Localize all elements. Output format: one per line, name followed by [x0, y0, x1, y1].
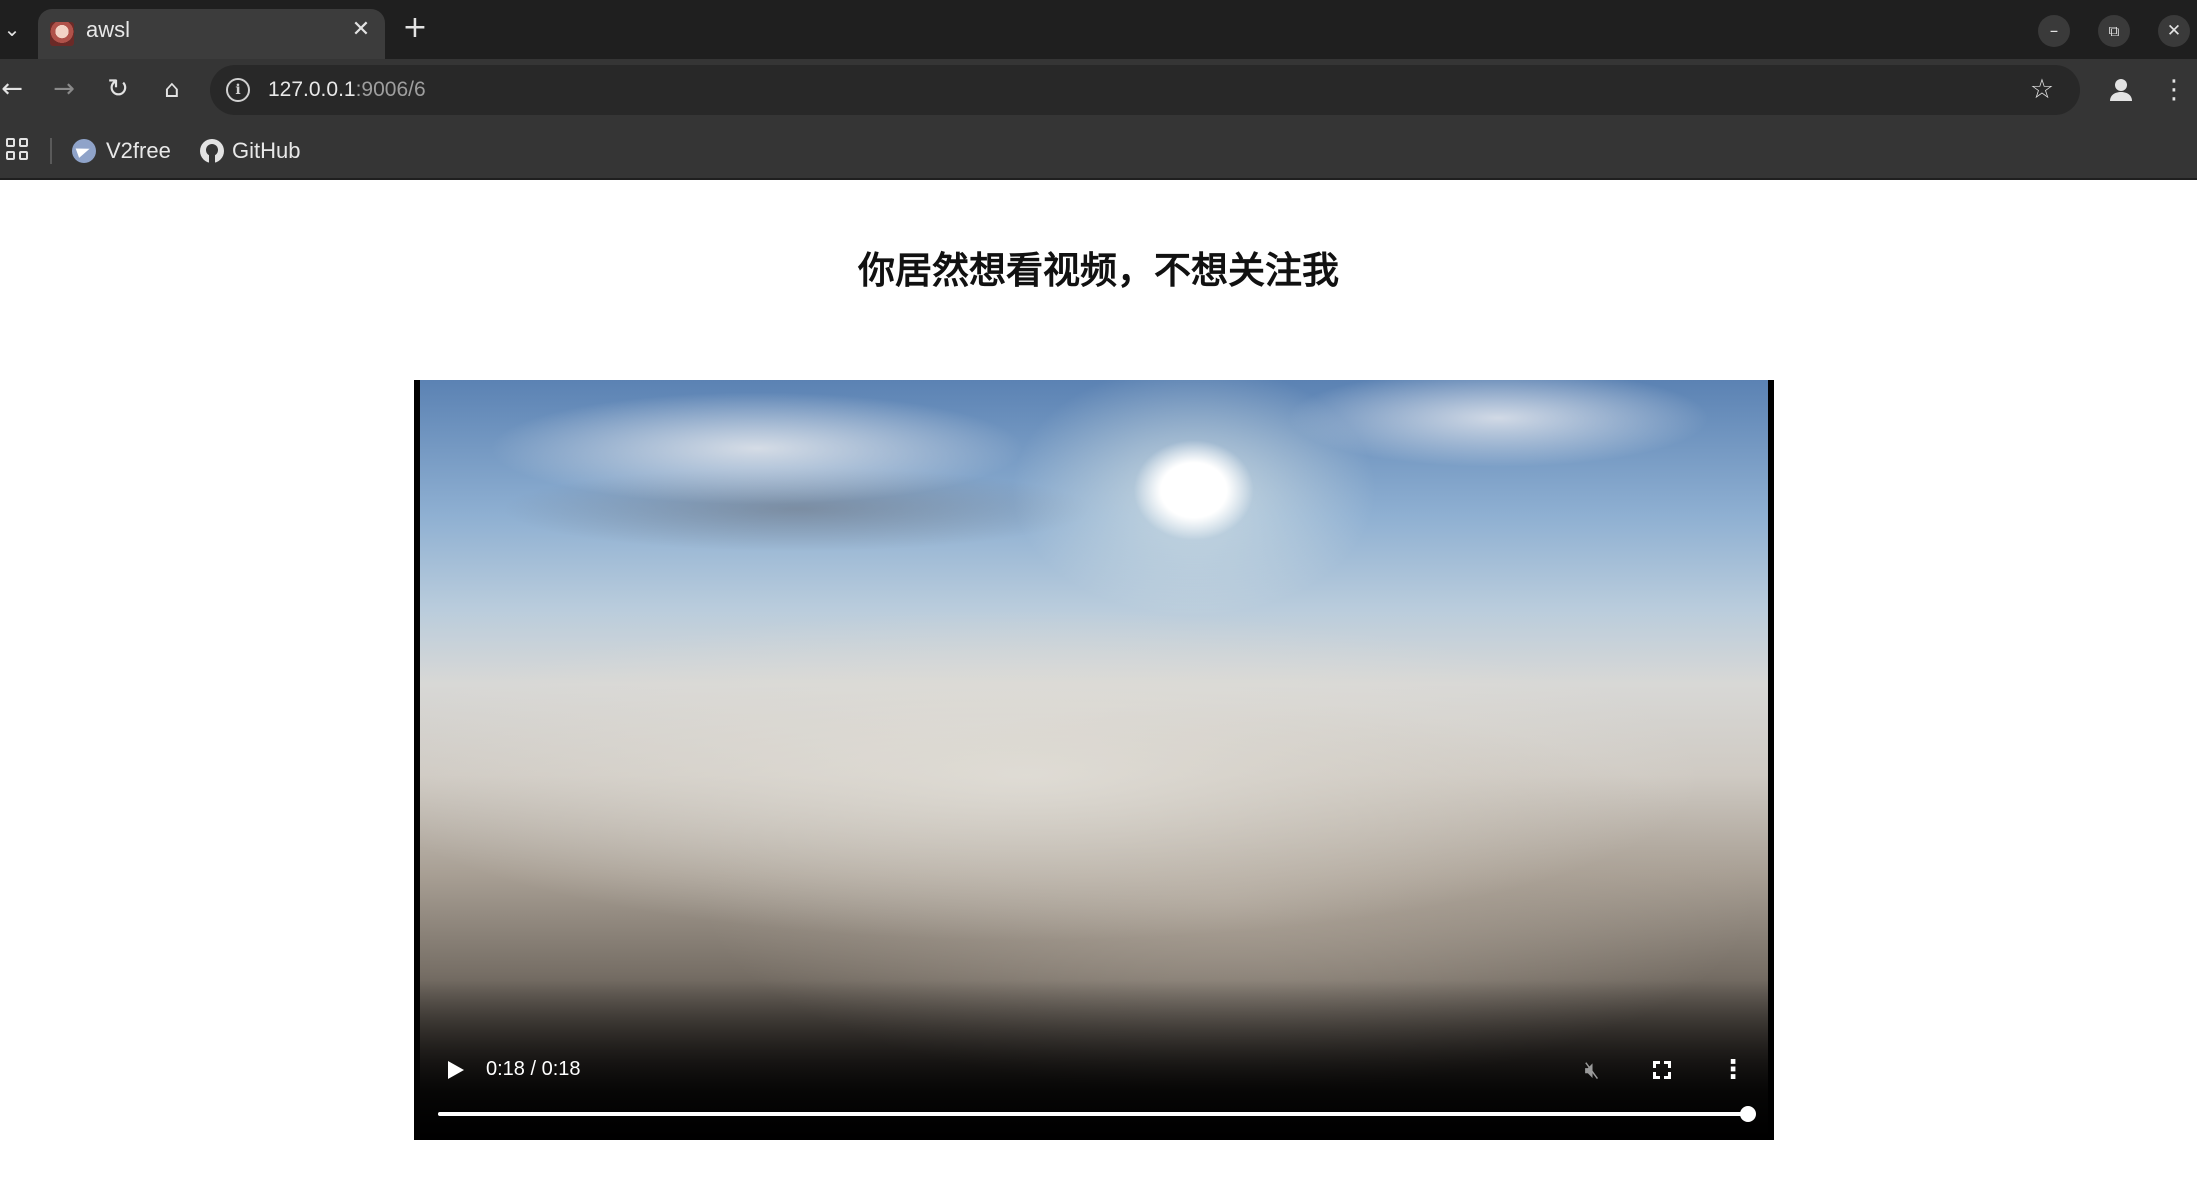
bookmark-label: V2free	[106, 138, 171, 163]
muted-volume-icon[interactable]: 🔇︎	[1576, 1054, 1608, 1086]
back-arrow-icon[interactable]: ←	[0, 73, 28, 105]
bookmark-label: GitHub	[232, 138, 301, 163]
home-icon[interactable]: ⌂	[156, 73, 188, 105]
profile-icon[interactable]	[2104, 73, 2138, 107]
site-info-icon[interactable]: i	[226, 78, 250, 102]
bookmark-star-icon[interactable]: ☆	[2026, 74, 2058, 106]
browser-toolbar: ← → ↻ ⌂ i 127.0.0.1:9006/6 ☆ ⋮	[0, 59, 2197, 122]
tab-favicon-icon	[50, 22, 74, 46]
active-tab[interactable]: awsl ✕	[38, 9, 385, 59]
url-host: 127.0.0.1	[268, 78, 356, 101]
minimize-button[interactable]: –	[2038, 15, 2070, 47]
tab-search-chevron-icon[interactable]: ⌄	[0, 14, 24, 44]
bookmarks-divider	[50, 138, 52, 164]
browser-menu-icon[interactable]: ⋮	[2160, 73, 2188, 107]
time-display: 0:18 / 0:18	[486, 1058, 581, 1080]
seek-thumb[interactable]	[1740, 1106, 1756, 1122]
page-title: 你居然想看视频，不想关注我	[858, 249, 1339, 292]
tab-strip: ⌄ awsl ✕ + – ⧉ ✕	[0, 0, 2197, 59]
tab-close-icon[interactable]: ✕	[349, 18, 373, 42]
video-player[interactable]: 0:18 / 0:18 🔇︎ ⋮	[414, 380, 1774, 1140]
github-icon	[200, 139, 224, 163]
play-icon[interactable]	[442, 1056, 470, 1084]
new-tab-button[interactable]: +	[400, 13, 430, 44]
address-bar[interactable]: i 127.0.0.1:9006/6 ☆	[210, 65, 2080, 115]
url-path: :9006/6	[355, 78, 426, 101]
bookmarks-bar: V2free GitHub	[0, 122, 2197, 180]
forward-arrow-icon[interactable]: →	[48, 73, 80, 105]
close-window-button[interactable]: ✕	[2158, 15, 2190, 47]
telegram-icon	[72, 139, 96, 163]
reload-icon[interactable]: ↻	[102, 73, 134, 105]
more-options-icon[interactable]: ⋮	[1720, 1054, 1746, 1086]
restore-button[interactable]: ⧉	[2098, 15, 2130, 47]
seek-progress	[438, 1112, 1748, 1116]
apps-grid-icon[interactable]	[6, 138, 28, 160]
seek-bar[interactable]	[438, 1104, 1756, 1124]
url-text[interactable]: 127.0.0.1:9006/6	[268, 65, 426, 115]
tab-title: awsl	[86, 17, 131, 42]
fullscreen-icon[interactable]	[1648, 1056, 1676, 1084]
